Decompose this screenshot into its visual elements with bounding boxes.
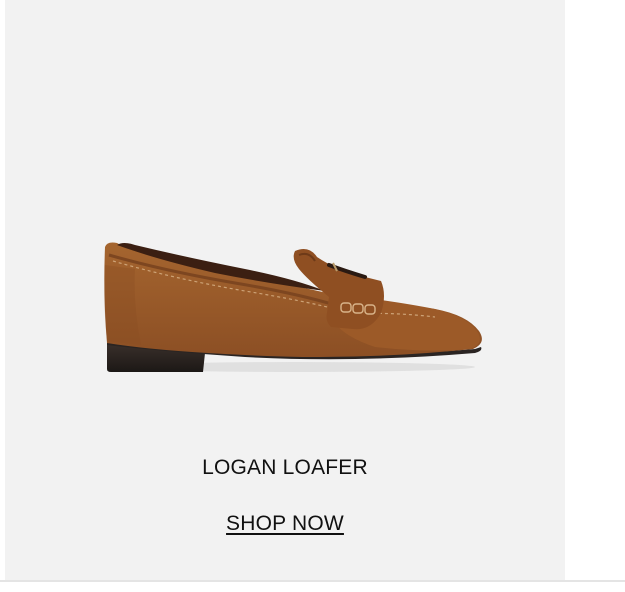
- product-image[interactable]: [95, 235, 485, 380]
- product-card[interactable]: LOGAN LOAFER SHOP NOW: [5, 0, 565, 580]
- divider: [0, 580, 625, 582]
- product-title: LOGAN LOAFER: [202, 456, 368, 479]
- shop-now-link[interactable]: SHOP NOW: [226, 512, 344, 535]
- shop-now-container: SHOP NOW: [5, 512, 565, 536]
